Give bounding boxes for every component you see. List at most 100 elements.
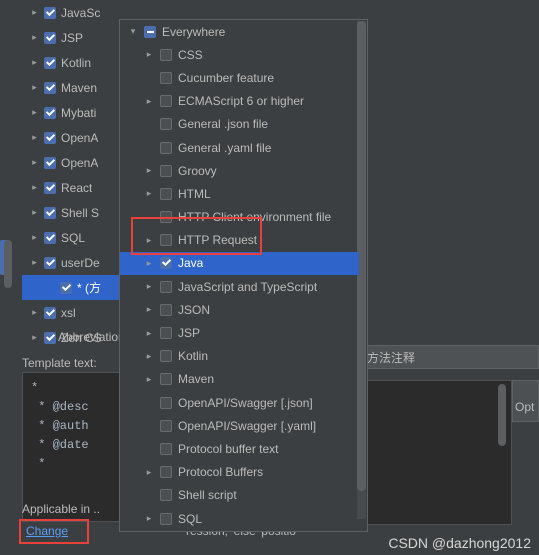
checkbox[interactable] xyxy=(44,331,56,344)
chevron-right-icon[interactable]: ▸ xyxy=(30,83,39,92)
checkbox[interactable] xyxy=(44,31,56,44)
tree-item-label: Shell S xyxy=(61,205,100,220)
checkbox[interactable] xyxy=(160,141,172,154)
popup-row-label: HTTP Request xyxy=(178,233,258,248)
checkbox[interactable] xyxy=(160,48,172,61)
chevron-right-icon[interactable]: ▸ xyxy=(144,351,154,362)
checkbox[interactable] xyxy=(44,181,56,194)
checkbox[interactable] xyxy=(44,306,56,319)
popup-row[interactable]: ▸ OpenAPI/Swagger [.json] xyxy=(120,391,359,414)
chevron-right-icon[interactable]: ▸ xyxy=(30,183,39,192)
popup-row[interactable]: ▸ Protocol Buffers xyxy=(120,461,359,484)
chevron-right-icon[interactable]: ▸ xyxy=(30,158,39,167)
chevron-right-icon[interactable]: ▸ xyxy=(144,258,154,269)
tree-item-label: OpenA xyxy=(61,155,99,170)
chevron-right-icon[interactable]: ▸ xyxy=(144,467,154,478)
popup-row-everywhere[interactable]: ▾ Everywhere xyxy=(120,20,359,43)
popup-row[interactable]: ▸ Shell script xyxy=(120,484,359,507)
checkbox[interactable] xyxy=(160,419,172,432)
chevron-right-icon[interactable]: ▸ xyxy=(30,333,39,342)
checkbox[interactable] xyxy=(160,373,172,386)
chevron-right-icon[interactable]: ▸ xyxy=(144,96,154,107)
popup-row-label: Shell script xyxy=(178,488,237,503)
chevron-right-icon[interactable]: ▸ xyxy=(144,513,154,524)
checkbox[interactable] xyxy=(160,466,172,479)
checkbox[interactable] xyxy=(160,489,172,502)
checkbox[interactable] xyxy=(160,211,172,224)
popup-row[interactable]: ▸ HTTP Client environment file xyxy=(120,206,359,229)
checkbox[interactable] xyxy=(160,303,172,316)
chevron-right-icon[interactable]: ▸ xyxy=(144,235,154,246)
file-type-popup[interactable]: ▾ Everywhere ▸ CSS ▸ Cucumber feature ▸ … xyxy=(119,19,368,532)
popup-row[interactable]: ▸ JavaScript and TypeScript xyxy=(120,275,359,298)
tab-method-comment[interactable]: 方法注释 xyxy=(358,345,539,369)
right-editor-area[interactable] xyxy=(360,380,512,525)
popup-row-java[interactable]: ▸ Java xyxy=(120,251,359,276)
checkbox[interactable] xyxy=(160,71,172,84)
popup-row[interactable]: ▸ Maven xyxy=(120,368,359,391)
checkbox[interactable] xyxy=(160,257,172,270)
popup-row-label: SQL xyxy=(178,511,203,526)
chevron-right-icon[interactable]: ▸ xyxy=(30,8,39,17)
chevron-right-icon[interactable]: ▸ xyxy=(144,328,154,339)
checkbox[interactable] xyxy=(160,350,172,363)
checkbox[interactable] xyxy=(44,106,56,119)
checkbox[interactable] xyxy=(160,442,172,455)
checkbox[interactable] xyxy=(160,396,172,409)
checkbox[interactable] xyxy=(44,206,56,219)
right-editor-scrollbar[interactable] xyxy=(498,384,506,446)
checkbox[interactable] xyxy=(144,25,156,38)
template-text-label: Template text: xyxy=(22,356,97,370)
chevron-right-icon[interactable]: ▸ xyxy=(144,374,154,385)
checkbox[interactable] xyxy=(44,256,56,269)
checkbox[interactable] xyxy=(160,512,172,525)
checkbox[interactable] xyxy=(160,164,172,177)
chevron-right-icon[interactable]: ▸ xyxy=(30,108,39,117)
popup-row[interactable]: ▸ Kotlin xyxy=(120,345,359,368)
popup-row[interactable]: ▸ ECMAScript 6 or higher xyxy=(120,90,359,113)
popup-row[interactable]: ▸ Groovy xyxy=(120,159,359,182)
popup-row-label: CSS xyxy=(178,47,203,62)
chevron-right-icon[interactable]: ▸ xyxy=(30,233,39,242)
checkbox[interactable] xyxy=(44,156,56,169)
chevron-right-icon[interactable]: ▸ xyxy=(144,165,154,176)
popup-row[interactable]: ▸ SQL xyxy=(120,507,359,530)
chevron-right-icon[interactable]: ▸ xyxy=(30,208,39,217)
popup-row[interactable]: ▸ HTML xyxy=(120,182,359,205)
popup-row[interactable]: ▸ OpenAPI/Swagger [.yaml] xyxy=(120,414,359,437)
chevron-right-icon[interactable]: ▸ xyxy=(144,281,154,292)
popup-row[interactable]: ▸ JSP xyxy=(120,321,359,344)
checkbox[interactable] xyxy=(44,81,56,94)
checkbox[interactable] xyxy=(160,234,172,247)
popup-row[interactable]: ▸ General .json file xyxy=(120,113,359,136)
change-link[interactable]: Change xyxy=(26,524,68,538)
checkbox[interactable] xyxy=(44,56,56,69)
checkbox[interactable] xyxy=(44,231,56,244)
popup-list[interactable]: ▾ Everywhere ▸ CSS ▸ Cucumber feature ▸ … xyxy=(120,20,359,531)
popup-row[interactable]: ▸ HTTP Request xyxy=(120,229,359,252)
popup-row[interactable]: ▸ JSON xyxy=(120,298,359,321)
popup-row[interactable]: ▸ Cucumber feature xyxy=(120,66,359,89)
chevron-right-icon[interactable]: ▸ xyxy=(30,58,39,67)
chevron-right-icon[interactable]: ▸ xyxy=(30,33,39,42)
checkbox[interactable] xyxy=(160,187,172,200)
checkbox[interactable] xyxy=(160,118,172,131)
chevron-right-icon[interactable]: ▸ xyxy=(30,133,39,142)
chevron-right-icon[interactable]: ▸ xyxy=(30,308,39,317)
popup-row[interactable]: ▸ CSS xyxy=(120,43,359,66)
chevron-right-icon[interactable]: ▸ xyxy=(144,304,154,315)
checkbox[interactable] xyxy=(160,280,172,293)
popup-row[interactable]: ▸ TypeScript xyxy=(120,530,359,531)
left-tree-scrollbar[interactable] xyxy=(4,240,12,288)
checkbox[interactable] xyxy=(160,327,172,340)
chevron-down-icon[interactable]: ▸ xyxy=(30,258,39,267)
chevron-right-icon[interactable]: ▸ xyxy=(144,188,154,199)
chevron-right-icon[interactable]: ▸ xyxy=(144,49,154,60)
chevron-down-icon[interactable]: ▾ xyxy=(128,26,138,37)
checkbox[interactable] xyxy=(60,281,72,294)
checkbox[interactable] xyxy=(44,131,56,144)
popup-row[interactable]: ▸ Protocol buffer text xyxy=(120,437,359,460)
checkbox[interactable] xyxy=(44,6,56,19)
popup-row[interactable]: ▸ General .yaml file xyxy=(120,136,359,159)
checkbox[interactable] xyxy=(160,95,172,108)
